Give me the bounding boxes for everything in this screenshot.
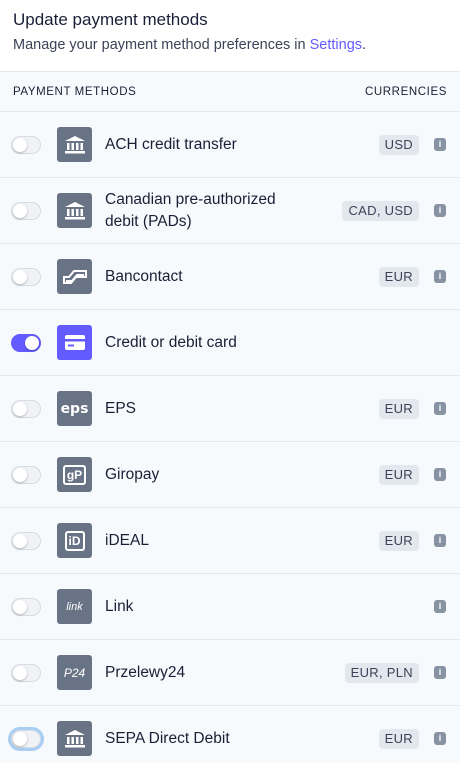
bancontact-icon bbox=[57, 259, 92, 294]
info-icon[interactable]: i bbox=[434, 204, 446, 217]
payment-method-name: ACH credit transfer bbox=[105, 135, 237, 153]
toggle-knob bbox=[13, 467, 27, 482]
currency-badge: EUR bbox=[378, 728, 419, 749]
p24-logo-text: P24 bbox=[63, 665, 86, 680]
currency-badge: EUR bbox=[378, 464, 419, 485]
subtitle-period: . bbox=[362, 37, 367, 53]
ideal-logo-text: iD bbox=[64, 530, 85, 551]
toggle-knob bbox=[13, 731, 27, 746]
toggle-knob bbox=[13, 401, 27, 416]
payment-method-row-bancontact: Bancontact EUR i bbox=[0, 244, 460, 310]
info-icon[interactable]: i bbox=[434, 534, 446, 547]
bank-icon bbox=[57, 193, 92, 228]
info-icon-glyph: i bbox=[438, 667, 442, 677]
info-icon-glyph: i bbox=[438, 271, 442, 281]
info-icon-glyph: i bbox=[438, 535, 442, 545]
page-subtitle: Manage your payment method preferences i… bbox=[13, 36, 447, 54]
link-icon: link bbox=[57, 589, 92, 624]
payment-method-name: iDEAL bbox=[105, 531, 149, 549]
payment-method-row-giropay: gP Giropay EUR i bbox=[0, 442, 460, 508]
toggle-giropay[interactable] bbox=[11, 465, 41, 484]
info-icon-glyph: i bbox=[438, 469, 442, 479]
column-header-payment-methods: PAYMENT METHODS bbox=[13, 85, 137, 98]
settings-link[interactable]: Settings bbox=[310, 37, 362, 53]
info-icon-glyph: i bbox=[438, 139, 442, 149]
payment-method-row-ach: ACH credit transfer USD i bbox=[0, 112, 460, 178]
payment-method-name: SEPA Direct Debit bbox=[105, 729, 230, 747]
toggle-knob bbox=[13, 599, 27, 614]
page-title: Update payment methods bbox=[13, 10, 208, 29]
link-logo-text: link bbox=[66, 600, 83, 613]
card-icon bbox=[57, 325, 92, 360]
info-icon[interactable]: i bbox=[434, 468, 446, 481]
payment-method-row-przelewy24: P24 Przelewy24 EUR, PLN i bbox=[0, 640, 460, 706]
currency-badge: EUR bbox=[378, 266, 419, 287]
column-headers: PAYMENT METHODS CURRENCIES bbox=[0, 72, 460, 112]
giropay-icon: gP bbox=[57, 457, 92, 492]
currency-badge: EUR bbox=[378, 530, 419, 551]
page-header: Update payment methods Manage your payme… bbox=[0, 0, 460, 72]
bank-icon bbox=[57, 721, 92, 756]
payment-method-row-eps: eps EPS EUR i bbox=[0, 376, 460, 442]
toggle-knob bbox=[25, 335, 39, 350]
currency-badge: USD bbox=[378, 134, 419, 155]
currency-badge: EUR, PLN bbox=[344, 662, 419, 683]
info-icon[interactable]: i bbox=[434, 666, 446, 679]
toggle-ideal[interactable] bbox=[11, 531, 41, 550]
info-icon[interactable]: i bbox=[434, 138, 446, 151]
info-icon[interactable]: i bbox=[434, 732, 446, 745]
giropay-logo-text: gP bbox=[62, 464, 87, 485]
payment-method-row-sepa: SEPA Direct Debit EUR i bbox=[0, 706, 460, 763]
p24-icon: P24 bbox=[57, 655, 92, 690]
currency-badge: CAD, USD bbox=[342, 200, 419, 221]
payment-method-row-link: link Link i bbox=[0, 574, 460, 640]
toggle-knob bbox=[13, 665, 27, 680]
payment-method-row-ideal: iD iDEAL EUR i bbox=[0, 508, 460, 574]
payment-method-name: Giropay bbox=[105, 465, 160, 483]
payment-method-name: EPS bbox=[105, 399, 137, 417]
eps-logo-text: eps bbox=[60, 400, 89, 417]
bank-icon bbox=[57, 127, 92, 162]
payment-method-name: Przelewy24 bbox=[105, 663, 186, 681]
toggle-eps[interactable] bbox=[11, 399, 41, 418]
toggle-knob bbox=[13, 269, 27, 284]
info-icon-glyph: i bbox=[438, 601, 442, 611]
info-icon[interactable]: i bbox=[434, 402, 446, 415]
toggle-bancontact[interactable] bbox=[11, 267, 41, 286]
eps-icon: eps bbox=[57, 391, 92, 426]
payment-method-row-pads: Canadian pre-authorized debit (PADs) CAD… bbox=[0, 178, 460, 244]
ideal-icon: iD bbox=[57, 523, 92, 558]
payment-method-name: Credit or debit card bbox=[105, 333, 237, 351]
payment-methods-list: ACH credit transfer USD i Canadian pre-a… bbox=[0, 112, 460, 763]
toggle-link[interactable] bbox=[11, 597, 41, 616]
toggle-pads[interactable] bbox=[11, 201, 41, 220]
toggle-knob bbox=[13, 137, 27, 152]
currency-badge: EUR bbox=[378, 398, 419, 419]
payment-method-row-card: Credit or debit card bbox=[0, 310, 460, 376]
payment-method-name: Link bbox=[105, 597, 134, 615]
toggle-przelewy24[interactable] bbox=[11, 663, 41, 682]
toggle-knob bbox=[13, 203, 27, 218]
payment-method-name: Canadian pre-authorized debit (PADs) bbox=[105, 190, 276, 230]
info-icon[interactable]: i bbox=[434, 270, 446, 283]
info-icon[interactable]: i bbox=[434, 600, 446, 613]
info-icon-glyph: i bbox=[438, 205, 442, 215]
toggle-sepa[interactable] bbox=[11, 729, 41, 748]
info-icon-glyph: i bbox=[438, 733, 442, 743]
payment-method-name: Bancontact bbox=[105, 267, 183, 285]
toggle-card[interactable] bbox=[11, 333, 41, 352]
toggle-ach[interactable] bbox=[11, 135, 41, 154]
toggle-knob bbox=[13, 533, 27, 548]
subtitle-text: Manage your payment method preferences i… bbox=[13, 37, 310, 53]
column-header-currencies: CURRENCIES bbox=[364, 85, 447, 98]
info-icon-glyph: i bbox=[438, 403, 442, 413]
